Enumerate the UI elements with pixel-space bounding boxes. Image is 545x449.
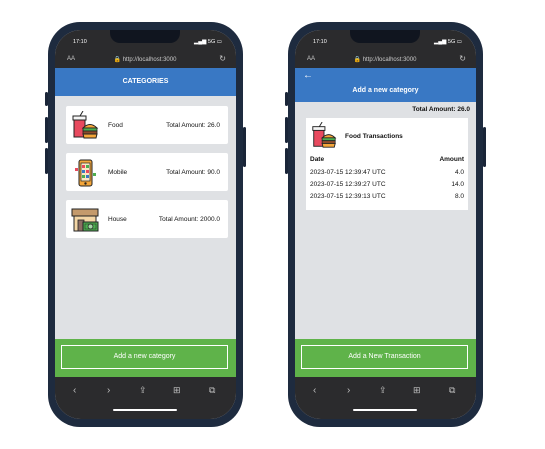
category-name: Food bbox=[108, 122, 123, 129]
tx-amount: 8.0 bbox=[454, 193, 464, 200]
category-card-food[interactable]: Food Total Amount: 26.0 bbox=[66, 106, 228, 144]
bottom-action-bar: Add a New Transaction bbox=[295, 339, 476, 377]
bookmarks-icon[interactable]: ⊞ bbox=[173, 385, 181, 396]
share-icon[interactable]: ⇪ bbox=[379, 385, 387, 396]
share-icon[interactable]: ⇪ bbox=[139, 385, 147, 396]
forward-chevron-icon[interactable]: › bbox=[347, 385, 350, 396]
phone-frame-categories: 17:10 ▂▄▆ 5G ▭ AA 🔒 http://localhost:300… bbox=[45, 22, 246, 427]
battery-icon: ▭ bbox=[216, 39, 222, 45]
browser-url-bar[interactable]: AA 🔒 http://localhost:3000 ↻ bbox=[55, 50, 236, 68]
forward-chevron-icon[interactable]: › bbox=[107, 385, 110, 396]
browser-toolbar: ‹ › ⇪ ⊞ ⧉ bbox=[55, 377, 236, 419]
add-category-button[interactable]: Add a new category bbox=[61, 345, 228, 369]
category-total: Total Amount: 90.0 bbox=[166, 169, 220, 176]
reader-aa-button[interactable]: AA bbox=[307, 56, 315, 62]
app-bar: ← Add a new category bbox=[295, 68, 476, 102]
category-card-house[interactable]: House Total Amount: 2000.0 bbox=[66, 200, 228, 238]
tx-date: 2023-07-15 12:39:47 UTC bbox=[310, 169, 386, 176]
screen: 17:10 ▂▄▆ 5G ▭ AA 🔒 http://localhost:300… bbox=[55, 30, 236, 419]
lock-icon: 🔒 bbox=[353, 57, 362, 63]
category-card-mobile[interactable]: Mobile Total Amount: 90.0 bbox=[66, 153, 228, 191]
signal-indicator: ▂▄▆ 5G ▭ bbox=[194, 39, 222, 45]
volume-down-button bbox=[285, 148, 288, 174]
bottom-action-bar: Add a new category bbox=[55, 339, 236, 377]
bookmarks-icon[interactable]: ⊞ bbox=[413, 385, 421, 396]
power-button bbox=[243, 127, 246, 167]
category-name: Mobile bbox=[108, 169, 128, 176]
volume-up-button bbox=[45, 117, 48, 143]
transactions-heading: Food Transactions bbox=[345, 133, 403, 140]
home-indicator bbox=[353, 409, 417, 411]
tx-amount: 14.0 bbox=[451, 181, 464, 188]
page-title: CATEGORIES bbox=[122, 78, 169, 85]
network-label: 5G bbox=[207, 39, 216, 45]
back-chevron-icon[interactable]: ‹ bbox=[73, 385, 76, 396]
lock-icon: 🔒 bbox=[113, 57, 122, 63]
notch bbox=[110, 30, 180, 43]
url-text: http://localhost:3000 bbox=[122, 57, 177, 63]
tabs-icon[interactable]: ⧉ bbox=[449, 385, 455, 396]
notch bbox=[350, 30, 420, 43]
tabs-icon[interactable]: ⧉ bbox=[209, 385, 215, 396]
food-icon bbox=[72, 111, 99, 139]
url-field[interactable]: 🔒 http://localhost:3000 bbox=[95, 56, 195, 63]
date-column-header: Date bbox=[310, 156, 325, 163]
transactions-card: Food Transactions Date Amount 2023-07-15… bbox=[306, 118, 468, 210]
signal-bars-icon: ▂▄▆ bbox=[434, 39, 448, 45]
status-time: 17:10 bbox=[313, 39, 327, 45]
reload-icon[interactable]: ↻ bbox=[459, 54, 466, 63]
power-button bbox=[483, 127, 486, 167]
reader-aa-button[interactable]: AA bbox=[67, 56, 75, 62]
back-chevron-icon[interactable]: ‹ bbox=[313, 385, 316, 396]
signal-indicator: ▂▄▆ 5G ▭ bbox=[434, 39, 462, 45]
network-label: 5G bbox=[447, 39, 456, 45]
tx-date: 2023-07-15 12:39:13 UTC bbox=[310, 193, 386, 200]
phone-frame-transactions: 17:10 ▂▄▆ 5G ▭ AA 🔒 http://localhost:300… bbox=[285, 22, 486, 427]
battery-icon: ▭ bbox=[456, 39, 462, 45]
browser-url-bar[interactable]: AA 🔒 http://localhost:3000 ↻ bbox=[295, 50, 476, 68]
tx-date: 2023-07-15 12:39:27 UTC bbox=[310, 181, 386, 188]
category-total: Total Amount: 26.0 bbox=[166, 122, 220, 129]
reload-icon[interactable]: ↻ bbox=[219, 54, 226, 63]
amount-column-header: Amount bbox=[439, 156, 464, 163]
url-text: http://localhost:3000 bbox=[362, 57, 417, 63]
mute-switch bbox=[45, 92, 48, 106]
house-icon bbox=[71, 208, 99, 232]
url-field[interactable]: 🔒 http://localhost:3000 bbox=[335, 56, 435, 63]
volume-up-button bbox=[285, 117, 288, 143]
page-title: Add a new category bbox=[352, 87, 419, 94]
volume-down-button bbox=[45, 148, 48, 174]
signal-bars-icon: ▂▄▆ bbox=[194, 39, 208, 45]
mute-switch bbox=[285, 92, 288, 106]
screen: 17:10 ▂▄▆ 5G ▭ AA 🔒 http://localhost:300… bbox=[295, 30, 476, 419]
app-bar: CATEGORIES bbox=[55, 68, 236, 96]
mobile-icon bbox=[75, 159, 96, 187]
home-indicator bbox=[113, 409, 177, 411]
add-transaction-button[interactable]: Add a New Transaction bbox=[301, 345, 468, 369]
food-icon bbox=[312, 122, 337, 148]
category-name: House bbox=[108, 216, 127, 223]
category-total: Total Amount: 2000.0 bbox=[158, 216, 220, 223]
tx-amount: 4.0 bbox=[454, 169, 464, 176]
total-amount: Total Amount: 26.0 bbox=[412, 106, 470, 113]
browser-toolbar: ‹ › ⇪ ⊞ ⧉ bbox=[295, 377, 476, 419]
status-time: 17:10 bbox=[73, 39, 87, 45]
back-arrow-icon[interactable]: ← bbox=[303, 70, 313, 81]
